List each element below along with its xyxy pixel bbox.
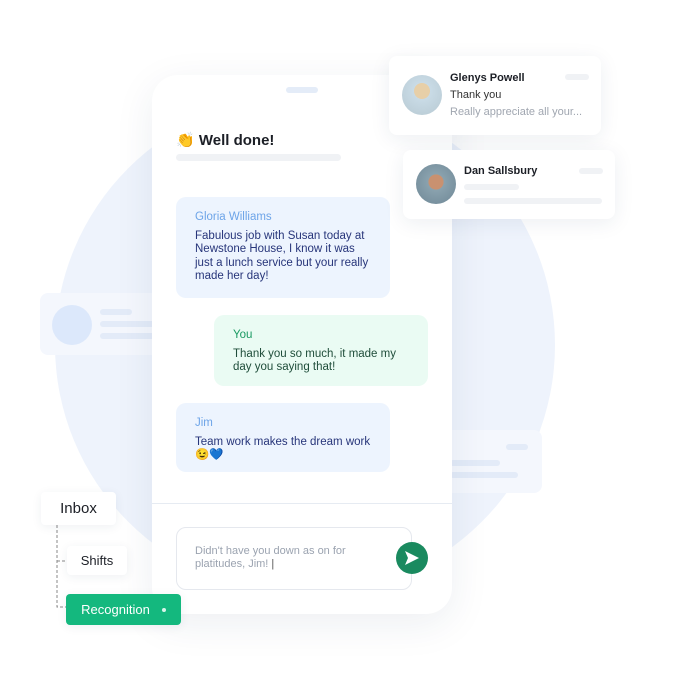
ghost-line (450, 472, 518, 478)
ghost-line (506, 444, 528, 450)
ghost-line (100, 333, 160, 339)
title-skeleton (176, 154, 341, 161)
message-sender: Gloria Williams (195, 211, 272, 223)
skeleton (464, 198, 602, 204)
skeleton (464, 184, 519, 190)
message-bubble: Jim Team work makes the dream work 😉💙 (176, 403, 390, 472)
avatar (416, 164, 456, 204)
ghost-line (100, 309, 132, 315)
ghost-line (450, 460, 500, 466)
send-button[interactable] (396, 542, 428, 574)
message-text: Team work makes the dream work 😉💙 (195, 435, 371, 462)
active-dot-icon (161, 607, 166, 612)
nav-recognition[interactable]: Recognition (66, 594, 181, 625)
nav-shifts[interactable]: Shifts (67, 546, 127, 575)
notification-name: Dan Sallsbury (464, 165, 538, 177)
skeleton (565, 74, 589, 80)
message-sender: Jim (195, 417, 213, 429)
ghost-card-right (440, 430, 542, 493)
nav-inbox-label: Inbox (60, 500, 97, 517)
notification-name: Glenys Powell (450, 72, 525, 84)
ghost-card-left (40, 293, 160, 355)
notification-card[interactable]: Dan Sallsbury (403, 150, 615, 219)
clapping-hands-icon: 👏 (176, 132, 195, 149)
notification-card[interactable]: Glenys Powell Thank you Really appreciat… (389, 56, 601, 135)
skeleton (579, 168, 603, 174)
phone-notch (286, 87, 318, 93)
chat-title-text: Well done! (198, 132, 275, 149)
message-text: Fabulous job with Susan today at Newston… (195, 229, 369, 283)
nav-recognition-label: Recognition (81, 602, 150, 617)
message-bubble-own: You Thank you so much, it made my day yo… (214, 315, 428, 386)
notification-title: Thank you (450, 89, 502, 101)
message-input[interactable]: Didn't have you down as on for platitude… (176, 527, 412, 590)
avatar (402, 75, 442, 115)
notification-preview: Really appreciate all your... (450, 106, 583, 118)
ghost-avatar (52, 305, 92, 345)
nav-inbox[interactable]: Inbox (41, 492, 116, 525)
message-sender: You (233, 329, 253, 341)
ghost-line (100, 321, 160, 327)
message-bubble: Gloria Williams Fabulous job with Susan … (176, 197, 390, 298)
message-text: Thank you so much, it made my day you sa… (233, 347, 396, 374)
chat-title: 👏 Well done! (176, 131, 274, 149)
divider (152, 503, 452, 504)
send-icon (405, 551, 419, 565)
nav-shifts-label: Shifts (80, 553, 114, 568)
